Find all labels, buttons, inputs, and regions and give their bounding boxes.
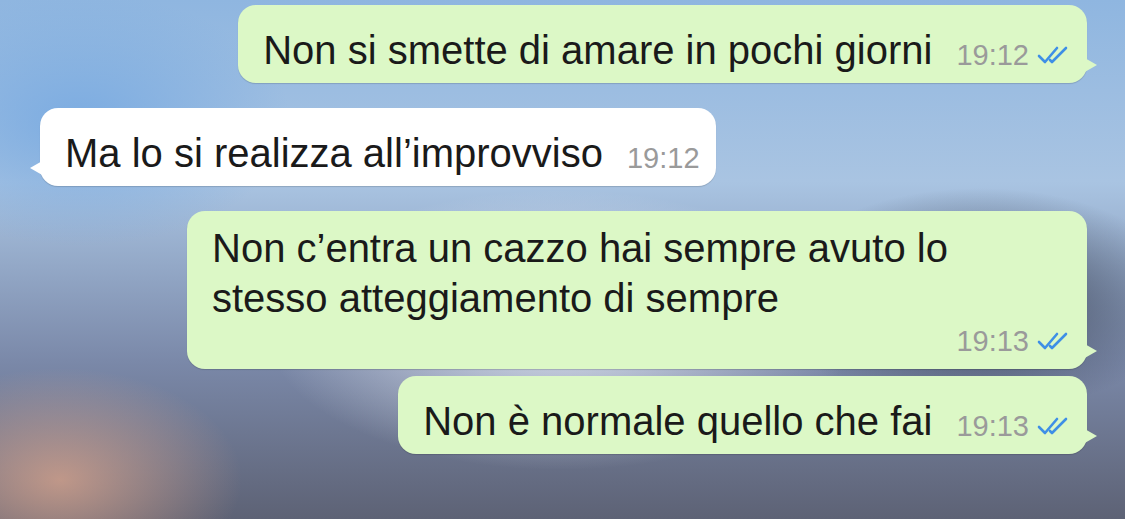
message-time: 19:13	[956, 323, 1029, 359]
message-bubble[interactable]: Non si smette di amare in pochi giorni 19…	[238, 5, 1087, 83]
double-check-icon	[1037, 415, 1071, 437]
message-bubble[interactable]: Non c’entra un cazzo hai sempre avuto lo…	[187, 211, 1087, 369]
message-time: 19:12	[627, 140, 700, 176]
message-row: Non si smette di amare in pochi giorni 19…	[40, 5, 1087, 83]
message-text: Non è normale quello che fai	[423, 396, 932, 446]
message-text: Ma lo si realizza all’improvviso	[65, 128, 603, 178]
message-time: 19:12	[956, 37, 1029, 73]
message-list: Non si smette di amare in pochi giorni 19…	[0, 0, 1125, 454]
double-check-icon	[1037, 330, 1071, 352]
message-row: Non è normale quello che fai 19:13	[40, 376, 1087, 454]
message-text: Non si smette di amare in pochi giorni	[263, 25, 932, 75]
message-meta: 19:12	[627, 140, 700, 178]
message-row: Ma lo si realizza all’improvviso 19:12	[40, 108, 1087, 186]
chat-screen: Non si smette di amare in pochi giorni 19…	[0, 0, 1125, 519]
message-meta: 19:12	[956, 37, 1071, 75]
double-check-icon	[1037, 44, 1071, 66]
message-bubble[interactable]: Non è normale quello che fai 19:13	[398, 376, 1087, 454]
message-time: 19:13	[956, 408, 1029, 444]
message-row: Non c’entra un cazzo hai sempre avuto lo…	[40, 211, 1087, 369]
message-text: Non c’entra un cazzo hai sempre avuto lo…	[212, 223, 1071, 323]
message-meta: 19:13	[956, 323, 1071, 361]
message-bubble[interactable]: Ma lo si realizza all’improvviso 19:12	[40, 108, 716, 186]
message-meta: 19:13	[956, 408, 1071, 446]
